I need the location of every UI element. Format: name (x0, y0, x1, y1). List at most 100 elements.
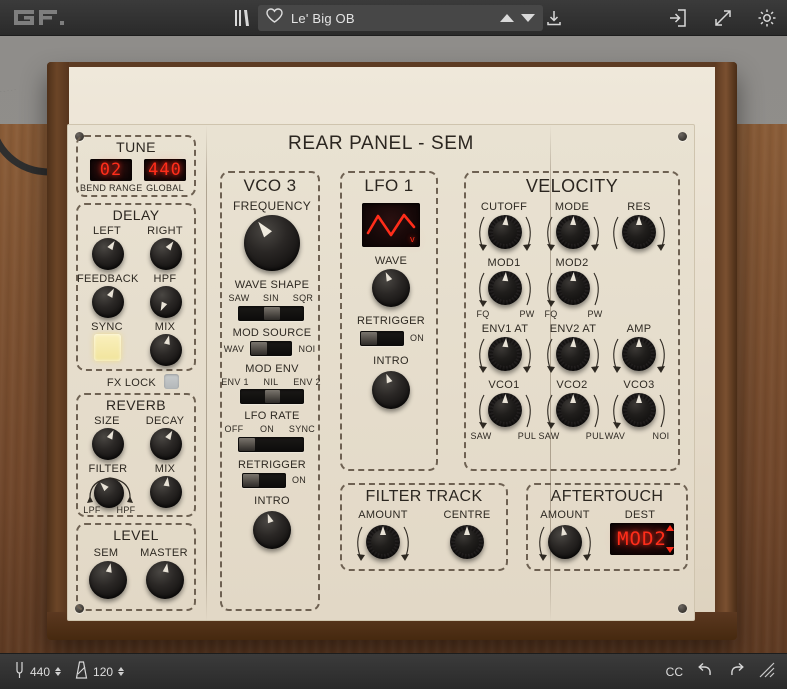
tuning-control[interactable]: 440 (14, 661, 62, 682)
redo-icon[interactable] (728, 662, 745, 681)
delay-hpf-knob[interactable] (150, 286, 182, 318)
group-velocity: VELOCITY CUTOFF MODE RES MOD1 FQ PW MOD2… (464, 171, 680, 471)
level-master-knob[interactable] (146, 561, 184, 599)
vco3-title: VCO 3 (243, 176, 297, 195)
velocity-title: VELOCITY (525, 176, 619, 196)
delay-mix-knob[interactable] (150, 334, 182, 366)
top-toolbar: Le' Big OB (0, 0, 787, 36)
vco3-retrigger-switch[interactable] (242, 473, 286, 488)
velocity-cutoff-label: CUTOFF (480, 201, 528, 213)
reverb-size-knob[interactable] (92, 428, 124, 460)
vco3-frequency-knob[interactable] (244, 215, 300, 271)
filter-track-amount-knob[interactable] (366, 525, 400, 559)
midi-learn-icon[interactable] (668, 8, 687, 28)
vco3-mod-source-switch[interactable] (250, 341, 292, 356)
velocity-res-knob[interactable] (622, 215, 656, 249)
lfo1-intro-label: INTRO (373, 355, 409, 367)
fx-lock-label: FX LOCK (106, 377, 156, 389)
velocity-cutoff-knob[interactable] (488, 215, 522, 249)
reverb-filter-max-label: HPF (116, 505, 136, 515)
vco3-mod-wav-label: WAV (223, 344, 245, 354)
caret-down-icon[interactable] (666, 547, 674, 553)
vco3-lfo-rate-switch[interactable] (238, 437, 304, 452)
delay-right-knob[interactable] (150, 238, 182, 270)
fx-lock-toggle[interactable] (164, 374, 179, 389)
velocity-vco2-knob[interactable] (556, 393, 590, 427)
reverb-mix-knob[interactable] (150, 476, 182, 508)
vco3-mod-env-switch[interactable] (240, 389, 304, 404)
velocity-res-label: RES (627, 201, 651, 213)
velocity-amp-knob[interactable] (622, 337, 656, 371)
scene-background: REAR PANEL - SEM TUNE 02 BEND RANGE 440 … (0, 36, 787, 653)
delay-feedback-knob[interactable] (92, 286, 124, 318)
vco3-mod-env-label: MOD ENV (245, 363, 299, 375)
lfo1-retrigger-switch[interactable] (360, 331, 404, 346)
expand-icon[interactable] (713, 8, 733, 28)
group-vco3: VCO 3 FREQUENCY WAVE SHAPE SAW SIN SQR M… (220, 171, 320, 611)
vco3-wave-shape-label: WAVE SHAPE (234, 279, 310, 291)
velocity-vco2-label: VCO2 (556, 379, 588, 391)
velocity-mode-knob[interactable] (556, 215, 590, 249)
vco3-wave-sin-label: SIN (263, 293, 279, 303)
delay-left-knob[interactable] (92, 238, 124, 270)
panel-divider (206, 125, 207, 622)
caret-up-icon[interactable] (666, 525, 674, 531)
delay-right-label: RIGHT (147, 225, 183, 237)
delay-sync-button[interactable] (94, 334, 121, 361)
reverb-decay-label: DECAY (145, 415, 185, 427)
library-icon[interactable] (234, 8, 250, 28)
velocity-env1at-knob[interactable] (488, 337, 522, 371)
tuning-stepper[interactable] (55, 667, 62, 676)
velocity-mode-label: MODE (554, 201, 590, 213)
vco3-lfo-on-label: ON (259, 424, 275, 434)
gear-icon[interactable] (757, 8, 777, 28)
control-panel: REAR PANEL - SEM TUNE 02 BEND RANGE 440 … (67, 124, 695, 622)
reverb-size-label: SIZE (94, 415, 120, 427)
tempo-value: 120 (93, 664, 114, 679)
vco3-wave-shape-switch[interactable] (238, 306, 304, 321)
resize-grip-icon[interactable] (759, 662, 775, 681)
velocity-mod2-label: MOD2 (555, 257, 589, 269)
velocity-env2at-knob[interactable] (556, 337, 590, 371)
velocity-env2at-label: ENV2 AT (549, 323, 597, 335)
level-sem-knob[interactable] (89, 561, 127, 599)
lfo1-display-marker: v (409, 235, 416, 245)
velocity-mod2-knob[interactable] (556, 271, 590, 305)
bend-range-display[interactable]: 02 (90, 159, 132, 181)
filter-track-centre-knob[interactable] (450, 525, 484, 559)
delay-sync-label: SYNC (91, 321, 123, 333)
velocity-amp-label: AMP (626, 323, 652, 335)
velocity-vco3-min-label: WAV (604, 431, 626, 441)
tempo-control[interactable]: 120 (75, 661, 125, 682)
velocity-vco3-knob[interactable] (622, 393, 656, 427)
reverb-decay-knob[interactable] (150, 428, 182, 460)
tempo-stepper[interactable] (118, 667, 125, 676)
wood-side-left (47, 62, 69, 640)
bend-range-label: BEND RANGE (80, 183, 143, 193)
undo-icon[interactable] (697, 662, 714, 681)
reverb-filter-knob[interactable] (94, 478, 124, 508)
aftertouch-amount-knob[interactable] (548, 525, 582, 559)
velocity-mod1-knob[interactable] (488, 271, 522, 305)
reverb-mix-label: MIX (154, 463, 176, 475)
lfo1-wave-knob[interactable] (372, 269, 410, 307)
preset-browser[interactable]: Le' Big OB (258, 5, 543, 31)
vco3-intro-knob[interactable] (253, 511, 291, 549)
global-tune-display[interactable]: 440 (144, 159, 186, 181)
velocity-vco3-label: VCO3 (623, 379, 655, 391)
brand-logo (14, 8, 68, 28)
velocity-vco1-knob[interactable] (488, 393, 522, 427)
reverb-title: REVERB (106, 397, 166, 413)
aftertouch-dest-display[interactable]: MOD2 (610, 523, 674, 555)
lfo1-wave-display[interactable]: v (362, 203, 420, 247)
tuning-fork-icon (14, 661, 25, 682)
cc-label[interactable]: CC (666, 665, 683, 679)
lfo1-intro-knob[interactable] (372, 371, 410, 409)
velocity-mod1-min-label: FQ (476, 309, 490, 319)
preset-prev-button[interactable] (500, 14, 514, 22)
lfo1-title: LFO 1 (364, 176, 414, 195)
reverb-filter-label: FILTER (88, 463, 128, 475)
heart-icon[interactable] (266, 8, 283, 28)
preset-next-button[interactable] (521, 14, 535, 22)
download-icon[interactable] (545, 9, 563, 27)
